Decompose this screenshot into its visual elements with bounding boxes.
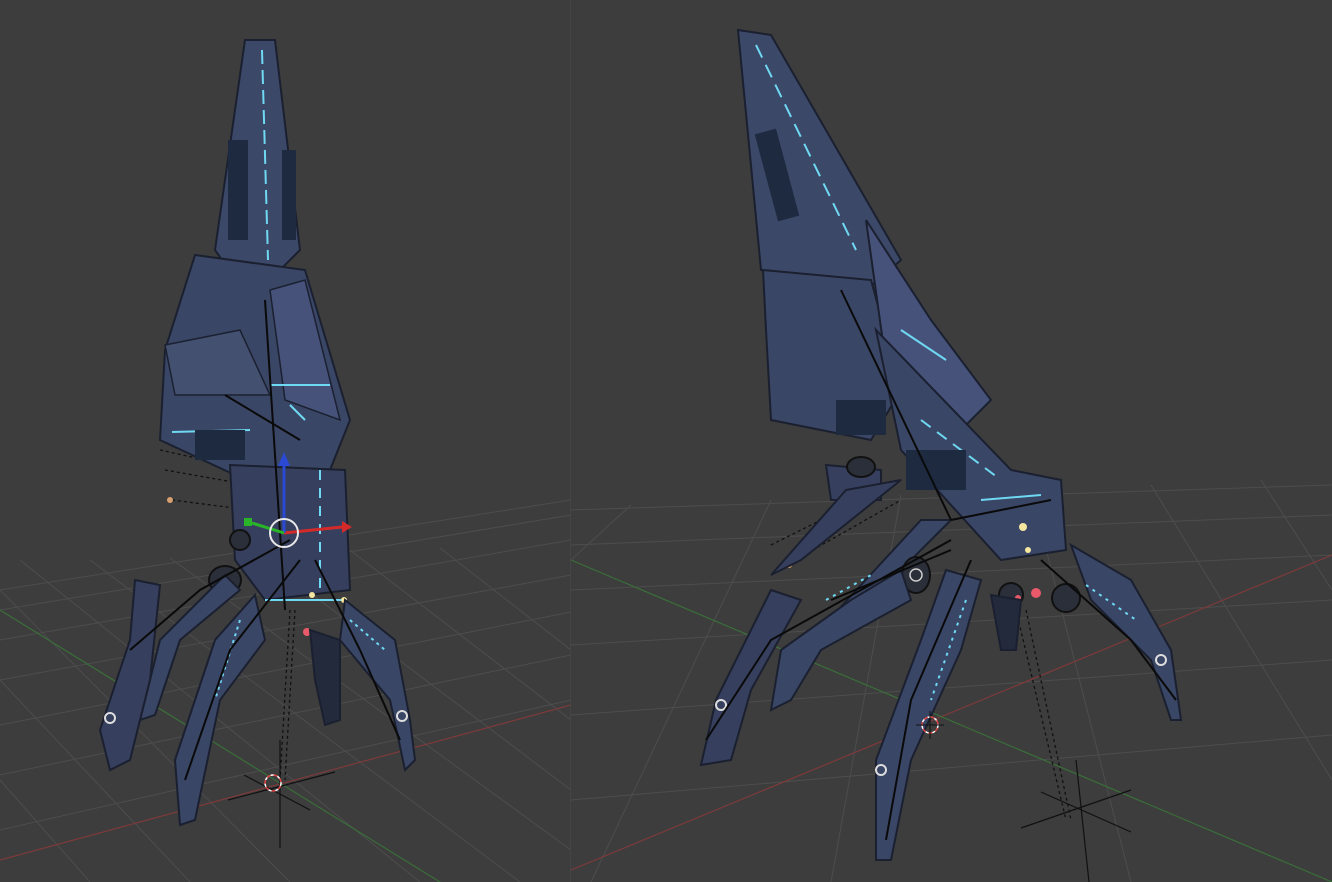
left-viewport[interactable] — [0, 0, 571, 882]
x-axis-line — [0, 704, 571, 861]
squid-model-right[interactable] — [699, 28, 1183, 861]
right-viewport-canvas[interactable] — [571, 0, 1332, 882]
right-viewport[interactable] — [571, 0, 1332, 882]
empty-object-axes[interactable] — [1020, 759, 1132, 882]
app-window — [0, 0, 1332, 882]
left-viewport-canvas[interactable] — [0, 0, 571, 882]
y-axis-handle[interactable] — [244, 518, 252, 526]
squid-model-left[interactable] — [98, 39, 417, 827]
floor-grid — [571, 479, 1332, 882]
